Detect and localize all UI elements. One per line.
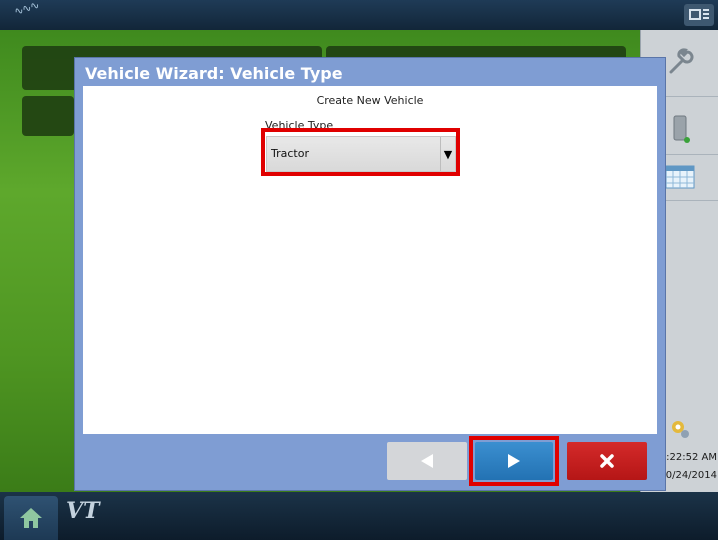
bottom-bar: VT — [0, 492, 718, 540]
left-arrow-icon — [421, 454, 433, 468]
dialog-title: Vehicle Wizard: Vehicle Type — [85, 64, 343, 83]
status-bar: ∿∿∿ — [0, 0, 718, 30]
home-button[interactable] — [4, 496, 58, 540]
display-layout-icon[interactable] — [684, 4, 714, 26]
cancel-button[interactable] — [567, 442, 647, 480]
gps-signal-icon: ∿∿∿ — [12, 0, 41, 19]
dialog-body: Create New Vehicle Vehicle Type Tractor … — [83, 86, 657, 434]
select-highlight-box — [261, 128, 460, 176]
clock-date: 0/24/2014 — [665, 470, 717, 481]
dialog-subtitle: Create New Vehicle — [316, 94, 424, 107]
close-icon — [600, 454, 614, 468]
vt-button[interactable]: VT — [66, 498, 99, 524]
background-tile — [22, 96, 74, 136]
back-button[interactable] — [387, 442, 467, 480]
clock-time: :22:52 AM — [666, 452, 717, 463]
vehicle-wizard-dialog: Vehicle Wizard: Vehicle Type Create New … — [75, 58, 665, 490]
home-icon — [20, 508, 42, 528]
next-highlight-box — [469, 436, 559, 486]
